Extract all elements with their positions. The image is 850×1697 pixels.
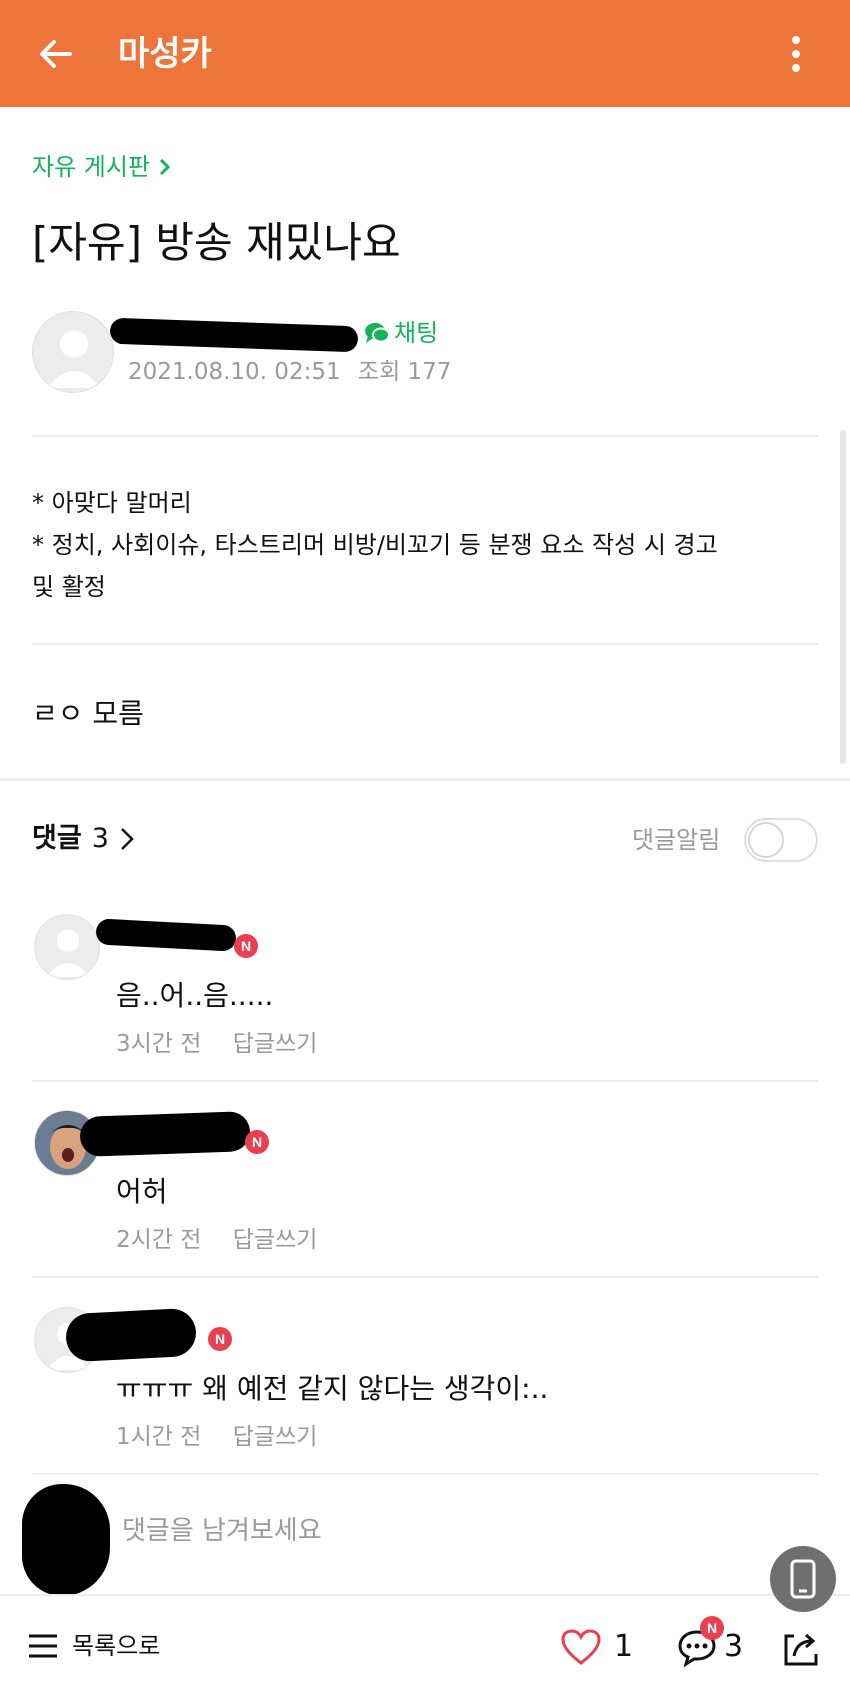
share-button[interactable] [778,1624,824,1670]
chat-label: 채팅 [394,319,439,347]
more-options-button[interactable] [776,30,816,78]
divider [32,1473,818,1475]
floating-phone-button[interactable] [770,1546,836,1612]
comment-avatar[interactable] [34,914,100,980]
new-badge: N [234,934,258,958]
notice-line: 및 활정 [32,573,106,601]
back-arrow-icon [40,40,72,68]
divider [32,1276,818,1278]
divider [32,435,818,437]
new-badge: N [700,1616,724,1640]
post-body: ㄹㅇ 모름 [32,697,144,730]
section-divider [0,778,850,781]
like-count: 1 [614,1629,634,1664]
chevron-right-icon [120,828,134,850]
reply-input-placeholder[interactable]: 댓글을 남겨보세요 [122,1513,322,1549]
comment-time: 2시간 전 [116,1227,202,1253]
comment-text: ㅠㅠㅠ 왜 예전 같지 않다는 생각이:.. [116,1372,549,1405]
more-vertical-icon [792,36,800,72]
board-link[interactable]: 자유 게시판 [32,150,172,184]
board-name: 자유 게시판 [32,153,151,181]
comments-header[interactable]: 댓글 3 [32,820,135,858]
menu-icon [29,1634,57,1658]
divider [32,643,818,645]
comment-text: 음..어..음..... [116,979,274,1012]
new-badge: N [245,1130,269,1154]
back-button[interactable] [32,30,80,78]
notice-line: * 정치, 사회이슈, 타스트리머 비방/비꼬기 등 분쟁 요소 작성 시 경고 [32,531,718,559]
redacted-author-name [79,1111,251,1157]
my-avatar [22,1484,110,1596]
post-views: 조회 177 [357,359,452,385]
author-avatar[interactable] [32,311,114,393]
comment-time: 3시간 전 [116,1031,202,1057]
comment-count: 3 [724,1629,744,1664]
chat-bubble-icon [365,323,390,343]
comments-label: 댓글 [32,823,82,854]
heart-icon [561,1629,601,1665]
comment-meta: 3시간 전 답글쓰기 [116,1028,317,1060]
notice-line: * 아맞다 말머리 [32,489,192,517]
comments-count: 3 [91,823,109,854]
comment-notify-label: 댓글알림 [632,826,721,854]
toggle-knob [748,822,784,858]
comment-meta: 1시간 전 답글쓰기 [116,1421,317,1453]
divider [32,1080,818,1082]
comment-count-button[interactable]: N 3 [676,1616,744,1668]
reply-button[interactable]: 답글쓰기 [233,1031,318,1057]
comment-notify-toggle[interactable] [744,818,818,862]
person-icon [47,330,101,388]
back-to-list-button[interactable]: 목록으로 [26,1626,160,1666]
person-icon [46,930,90,977]
redacted-author-name [64,1307,198,1363]
app-title: 마성카 [118,34,212,74]
back-to-list-label: 목록으로 [72,1632,161,1660]
post-meta: 2021.08.10. 02:51 조회 177 [128,356,451,388]
reply-button[interactable]: 답글쓰기 [233,1227,318,1253]
comment-time: 1시간 전 [116,1424,202,1450]
app-header: 마성카 [0,0,850,107]
share-icon [784,1633,818,1666]
phone-icon [790,1559,816,1599]
chevron-right-icon [159,158,171,176]
new-badge: N [208,1327,232,1351]
post-title: [자유] 방송 재밌나요 [32,218,401,267]
post-date: 2021.08.10. 02:51 [128,359,341,385]
reply-button[interactable]: 답글쓰기 [233,1424,318,1450]
comment-meta: 2시간 전 답글쓰기 [116,1224,317,1256]
comment-text: 어허 [116,1175,168,1208]
scrollbar[interactable] [840,430,846,764]
chat-button[interactable]: 채팅 [364,314,438,352]
post-notice: * 아맞다 말머리 * 정치, 사회이슈, 타스트리머 비방/비꼬기 등 분쟁 … [32,482,832,608]
like-button[interactable]: 1 [560,1626,633,1668]
